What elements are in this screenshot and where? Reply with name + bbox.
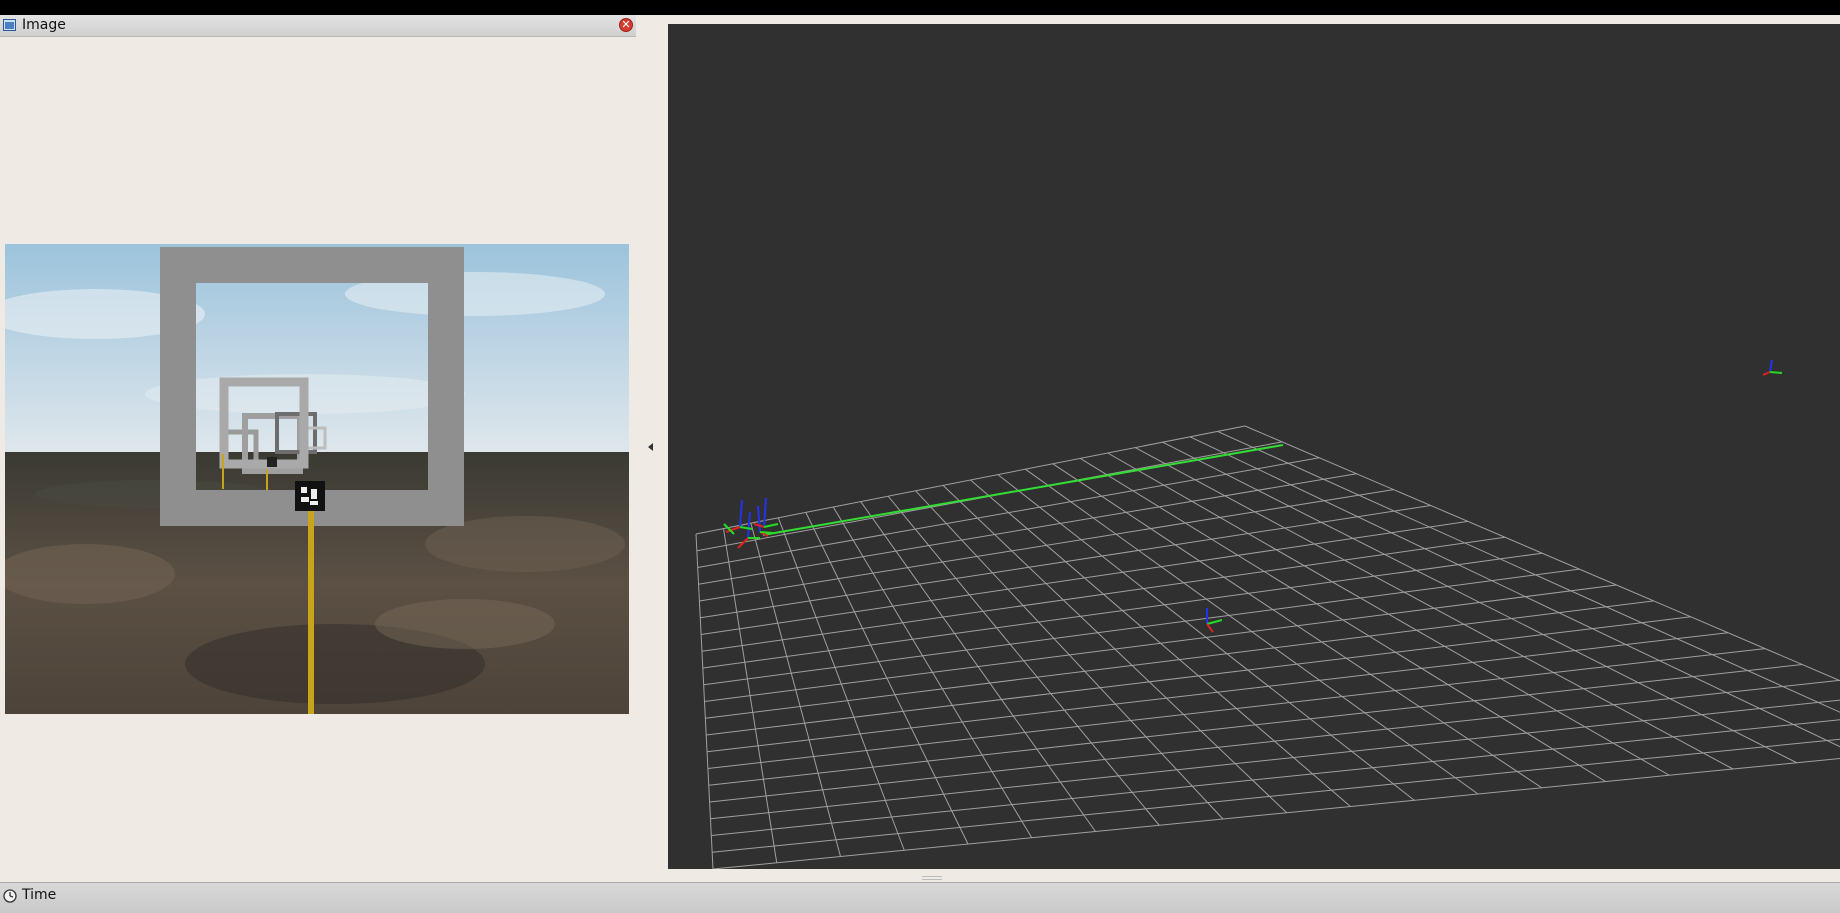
camera-image xyxy=(5,244,629,714)
grid-line xyxy=(705,600,1654,719)
tf-frame-center xyxy=(1206,608,1223,633)
top-bar xyxy=(0,0,1840,15)
image-window-icon xyxy=(3,19,16,31)
grid-line xyxy=(706,632,1729,753)
3d-scene xyxy=(695,359,1840,869)
grid-line xyxy=(1244,425,1840,682)
grid-line xyxy=(695,425,1246,535)
grid-line xyxy=(706,616,1691,736)
tf-frame-right xyxy=(1762,359,1783,376)
grid-line xyxy=(710,699,1840,820)
grid-line xyxy=(704,584,1617,702)
image-display-area xyxy=(0,37,636,882)
close-button[interactable]: ✕ xyxy=(619,18,633,32)
time-panel-title: Time xyxy=(22,887,57,903)
image-panel: Image ✕ xyxy=(0,15,636,882)
viewport-frame-bottom xyxy=(668,869,1840,882)
image-panel-titlebar[interactable]: Image ✕ xyxy=(0,15,636,37)
grid-line xyxy=(1189,436,1840,748)
time-panel: Time xyxy=(0,882,1840,913)
viewport-frame-top xyxy=(668,15,1840,24)
grid-line xyxy=(701,520,1468,635)
grid-line xyxy=(712,758,1840,869)
close-icon: ✕ xyxy=(621,18,631,31)
ground-grid xyxy=(695,425,1840,869)
resize-grip[interactable] xyxy=(922,876,942,880)
collapse-left-arrow-icon[interactable] xyxy=(648,443,653,451)
grid-line xyxy=(709,679,1840,803)
grid-line xyxy=(707,648,1766,769)
dock-splitter[interactable] xyxy=(636,15,668,882)
clock-icon xyxy=(3,889,17,903)
3d-viewport[interactable] xyxy=(668,24,1840,869)
trajectory-path xyxy=(762,444,1284,536)
grid-line xyxy=(711,719,1840,836)
image-panel-title: Image xyxy=(22,17,66,33)
grid-line xyxy=(708,664,1803,786)
